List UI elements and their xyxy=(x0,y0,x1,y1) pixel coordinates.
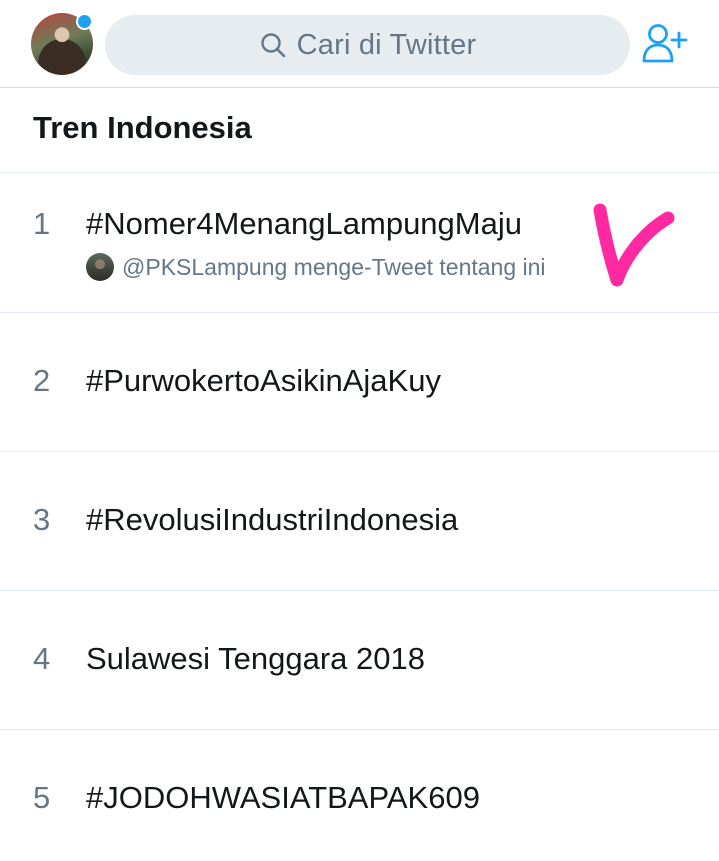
trend-name: #PurwokertoAsikinAjaKuy xyxy=(86,363,441,398)
trend-rank: 4 xyxy=(33,641,51,676)
trend-item-4[interactable]: 4 Sulawesi Tenggara 2018 xyxy=(0,591,719,730)
trend-context-text: @PKSLampung menge-Tweet tentang ini xyxy=(122,253,546,280)
search-input[interactable]: Cari di Twitter xyxy=(105,15,630,75)
add-user-icon xyxy=(641,21,689,70)
page-title: Tren Indonesia xyxy=(33,110,252,145)
trend-rank: 2 xyxy=(33,363,51,398)
search-icon xyxy=(259,31,287,59)
trend-rank: 3 xyxy=(33,502,51,537)
trend-name: Sulawesi Tenggara 2018 xyxy=(86,641,425,676)
top-bar: Cari di Twitter xyxy=(0,0,719,88)
trend-item-5[interactable]: 5 #JODOHWASIATBAPAK609 xyxy=(0,730,719,861)
trend-item-1[interactable]: 1 #Nomer4MenangLampungMaju @PKSLampung m… xyxy=(0,173,719,313)
trend-name: #RevolusiIndustriIndonesia xyxy=(86,502,459,537)
trend-name: #JODOHWASIATBAPAK609 xyxy=(86,780,480,815)
trend-name: #Nomer4MenangLampungMaju xyxy=(86,206,522,241)
trend-rank: 5 xyxy=(33,780,51,815)
trend-item-3[interactable]: 3 #RevolusiIndustriIndonesia xyxy=(0,452,719,591)
search-placeholder: Cari di Twitter xyxy=(296,28,477,61)
notification-dot xyxy=(76,13,93,30)
trend-context: @PKSLampung menge-Tweet tentang ini xyxy=(86,253,546,281)
trends-header: Tren Indonesia xyxy=(0,88,719,173)
twitter-trends-screen: Cari di Twitter Tren Indonesia 1 #Nomer4… xyxy=(0,0,719,861)
add-user-button[interactable] xyxy=(640,22,690,68)
trend-rank: 1 xyxy=(33,206,51,241)
trend-list: 1 #Nomer4MenangLampungMaju @PKSLampung m… xyxy=(0,173,719,861)
profile-avatar-button[interactable] xyxy=(31,13,93,75)
trend-item-2[interactable]: 2 #PurwokertoAsikinAjaKuy xyxy=(0,313,719,452)
context-avatar xyxy=(86,253,114,281)
